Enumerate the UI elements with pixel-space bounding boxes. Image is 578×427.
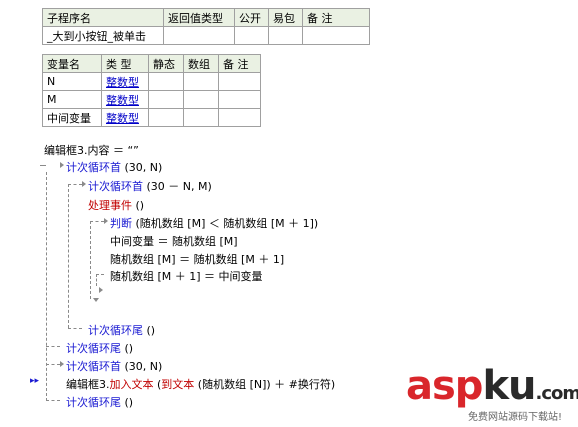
easy-package-cell[interactable] <box>268 26 303 45</box>
connector <box>68 328 82 329</box>
arrow-right-icon <box>60 361 64 367</box>
connector <box>46 400 60 401</box>
col-type: 类 型 <box>101 54 149 73</box>
arrow-right-icon <box>99 287 103 293</box>
logo-subtitle: 免费网站源码下载站! <box>468 412 563 423</box>
loop-args: (30, N) <box>121 360 163 373</box>
variable-name-cell[interactable]: 中间变量 <box>42 108 102 127</box>
col-easy-package: 易包 <box>268 8 303 27</box>
array-cell[interactable] <box>183 108 219 127</box>
loop-args: (30 － N, M) <box>143 180 212 193</box>
loop-end-keyword: 计次循环尾 <box>66 396 121 409</box>
connector <box>96 274 97 286</box>
col-variable-name: 变量名 <box>42 54 102 73</box>
col-subroutine-name: 子程序名 <box>42 8 164 27</box>
col-static: 静态 <box>148 54 184 73</box>
code-line-3[interactable]: 计次循环首 (30 － N, M) <box>88 178 212 194</box>
to-text-function: 到文本 <box>161 378 195 391</box>
remark-cell[interactable] <box>302 26 370 45</box>
array-cell[interactable] <box>183 72 219 91</box>
assign-statement: 中间变量 ＝ 随机数组 [M] <box>110 235 238 248</box>
static-cell[interactable] <box>148 72 184 91</box>
call-args: () <box>121 342 134 355</box>
connector <box>90 221 104 222</box>
code-line-2[interactable]: 计次循环首 (30, N) <box>66 159 162 175</box>
judge-keyword: 判断 <box>110 217 132 230</box>
array-cell[interactable] <box>183 90 219 109</box>
judge-condition: (随机数组 [M] ＜ 随机数组 [M ＋ 1]) <box>132 217 319 230</box>
code-line-8[interactable]: 随机数组 [M ＋ 1] ＝ 中间变量 <box>110 268 263 284</box>
outer-loop-line <box>46 172 47 401</box>
connector <box>46 364 60 365</box>
logo-part-com: .com <box>535 383 578 404</box>
col-remark: 备 注 <box>302 8 370 27</box>
remark-cell[interactable] <box>218 108 261 127</box>
code-line-1[interactable]: 编辑框3.内容 ＝ “” <box>44 142 139 158</box>
call-args: () <box>121 396 134 409</box>
return-type-cell[interactable] <box>163 26 235 45</box>
table-row[interactable]: M 整数型 <box>42 90 261 109</box>
edit-box-assign: 编辑框3.内容 ＝ “” <box>44 144 139 157</box>
code-line-7[interactable]: 随机数组 [M] ＝ 随机数组 [M ＋ 1] <box>110 251 284 267</box>
variable-table: 变量名 类 型 静态 数组 备 注 N 整数型 M 整数型 中间变量 整数型 <box>42 54 261 127</box>
subroutine-table: 子程序名 返回值类型 公开 易包 备 注 _大到小按钮_被单击 <box>42 8 370 45</box>
variable-name-cell[interactable]: N <box>42 72 102 91</box>
process-events-keyword: 处理事件 <box>88 199 132 212</box>
assign-statement: 随机数组 [M] ＝ 随机数组 [M ＋ 1] <box>110 253 285 266</box>
public-cell[interactable] <box>234 26 269 45</box>
static-cell[interactable] <box>148 108 184 127</box>
arrow-down-icon <box>93 298 99 302</box>
col-public: 公开 <box>234 8 269 27</box>
subroutine-row[interactable]: _大到小按钮_被单击 <box>42 26 370 45</box>
logo-part-asp: asp <box>406 363 483 409</box>
remark-cell[interactable] <box>218 90 261 109</box>
inner-loop-line <box>68 184 69 328</box>
add-text-method: 加入文本 <box>109 378 154 391</box>
code-line-9[interactable]: 计次循环尾 () <box>88 322 155 338</box>
code-line-6[interactable]: 中间变量 ＝ 随机数组 [M] <box>110 233 238 249</box>
table-row[interactable]: 中间变量 整数型 <box>42 108 261 127</box>
aspku-logo: aspku.com 免费网站源码下载站! <box>406 363 578 426</box>
loop-args: (30, N) <box>121 161 163 174</box>
col-return-type: 返回值类型 <box>163 8 235 27</box>
connector <box>68 184 82 185</box>
connector <box>40 165 46 166</box>
call-args: (随机数组 [N]) ＋ #换行符) <box>194 378 336 391</box>
code-line-10[interactable]: 计次循环尾 () <box>66 340 133 356</box>
call-args: () <box>132 199 145 212</box>
loop-end-keyword: 计次循环尾 <box>88 324 143 337</box>
variable-type-cell[interactable]: 整数型 <box>101 72 149 91</box>
call-args: () <box>143 324 156 337</box>
assign-statement: 随机数组 [M ＋ 1] ＝ 中间变量 <box>110 270 263 283</box>
loop-start-keyword: 计次循环首 <box>66 161 121 174</box>
logo-part-ku: ku <box>482 363 536 409</box>
loop-start-keyword: 计次循环首 <box>66 360 121 373</box>
code-line-4[interactable]: 处理事件 () <box>88 197 144 213</box>
arrow-right-icon <box>104 218 108 224</box>
code-line-5[interactable]: 判断 (随机数组 [M] ＜ 随机数组 [M ＋ 1]) <box>110 215 318 231</box>
code-line-13[interactable]: 计次循环尾 () <box>66 394 133 410</box>
connector <box>96 274 104 275</box>
remark-cell[interactable] <box>218 72 261 91</box>
table-row[interactable]: N 整数型 <box>42 72 261 91</box>
variable-name-cell[interactable]: M <box>42 90 102 109</box>
current-line-marker-icon: ▸▸ <box>30 376 40 386</box>
col-remark: 备 注 <box>218 54 261 73</box>
col-array: 数组 <box>183 54 219 73</box>
judge-line <box>90 221 91 299</box>
code-line-12[interactable]: 编辑框3.加入文本 (到文本 (随机数组 [N]) ＋ #换行符) <box>66 376 335 392</box>
connector <box>46 346 60 347</box>
edit-box-object: 编辑框3. <box>66 378 110 391</box>
static-cell[interactable] <box>148 90 184 109</box>
variable-type-cell[interactable]: 整数型 <box>101 108 149 127</box>
arrow-right-icon <box>60 162 64 168</box>
code-line-11[interactable]: 计次循环首 (30, N) <box>66 358 162 374</box>
subroutine-name-cell[interactable]: _大到小按钮_被单击 <box>42 26 164 45</box>
arrow-right-icon <box>82 181 86 187</box>
subroutine-header-row: 子程序名 返回值类型 公开 易包 备 注 <box>42 8 370 27</box>
loop-start-keyword: 计次循环首 <box>88 180 143 193</box>
variable-header-row: 变量名 类 型 静态 数组 备 注 <box>42 54 261 73</box>
variable-type-cell[interactable]: 整数型 <box>101 90 149 109</box>
loop-end-keyword: 计次循环尾 <box>66 342 121 355</box>
